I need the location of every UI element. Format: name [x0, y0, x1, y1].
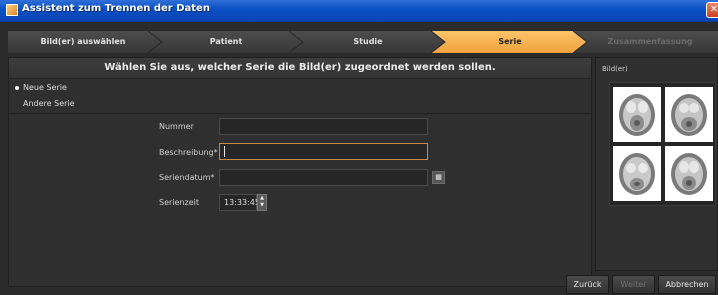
- thumbnail-image[interactable]: [613, 146, 661, 201]
- app-icon: [6, 4, 18, 16]
- preview-label: Bild(er): [602, 65, 628, 73]
- thumbnail-grid: [609, 82, 716, 206]
- beschreibung-field[interactable]: [219, 143, 428, 160]
- option-other-series-label: Andere Serie: [23, 99, 75, 108]
- beschreibung-label: Beschreibung*: [159, 148, 218, 157]
- nummer-field[interactable]: [219, 118, 428, 135]
- calendar-icon[interactable]: ▦: [432, 171, 445, 184]
- option-new-series-label: Neue Serie: [23, 83, 67, 92]
- radio-unselected-icon: [15, 102, 19, 106]
- thumbnail-image[interactable]: [613, 87, 661, 142]
- step-study: Studie: [353, 37, 383, 46]
- text-caret: [224, 146, 225, 157]
- back-button[interactable]: Zurück: [566, 275, 609, 294]
- option-new-series[interactable]: Neue Serie: [9, 80, 591, 96]
- seriendatum-label: Seriendatum*: [159, 173, 215, 182]
- wizard-steps: Bild(er) auswählen Patient Studie Serie …: [8, 31, 718, 53]
- cancel-button[interactable]: Abbrechen: [658, 275, 716, 294]
- step-patient: Patient: [209, 37, 243, 46]
- panel-heading: Wählen Sie aus, welcher Serie die Bild(e…: [9, 58, 591, 79]
- step-summary: Zusammenfassung: [607, 37, 693, 46]
- divider: [9, 113, 591, 114]
- spinner-down-icon[interactable]: ▼: [258, 202, 266, 209]
- radio-selected-icon: [15, 85, 19, 90]
- step-select-images: Bild(er) auswählen: [40, 37, 126, 46]
- thumbnail-image[interactable]: [665, 87, 713, 142]
- time-spinner[interactable]: ▲ ▼: [257, 194, 267, 211]
- seriendatum-field[interactable]: [219, 169, 428, 186]
- thumbnail-image[interactable]: [665, 146, 713, 201]
- image-preview-panel: Bild(er): [595, 57, 718, 271]
- step-series: Serie: [498, 37, 522, 46]
- window-title: Assistent zum Trennen der Daten: [22, 3, 210, 14]
- series-selection-panel: Wählen Sie aus, welcher Serie die Bild(e…: [8, 57, 592, 287]
- close-icon[interactable]: ✕: [706, 2, 718, 18]
- spinner-up-icon[interactable]: ▲: [258, 195, 266, 202]
- option-other-series[interactable]: Andere Serie: [9, 96, 591, 112]
- serienzeit-field[interactable]: 13:33:45: [219, 194, 260, 211]
- title-bar: Assistent zum Trennen der Daten ✕: [0, 0, 718, 22]
- nummer-label: Nummer: [159, 122, 194, 131]
- next-button[interactable]: Weiter: [612, 275, 655, 294]
- serienzeit-label: Serienzeit: [159, 198, 199, 207]
- wizard-window: Assistent zum Trennen der Daten ✕ Bild(e…: [0, 0, 718, 295]
